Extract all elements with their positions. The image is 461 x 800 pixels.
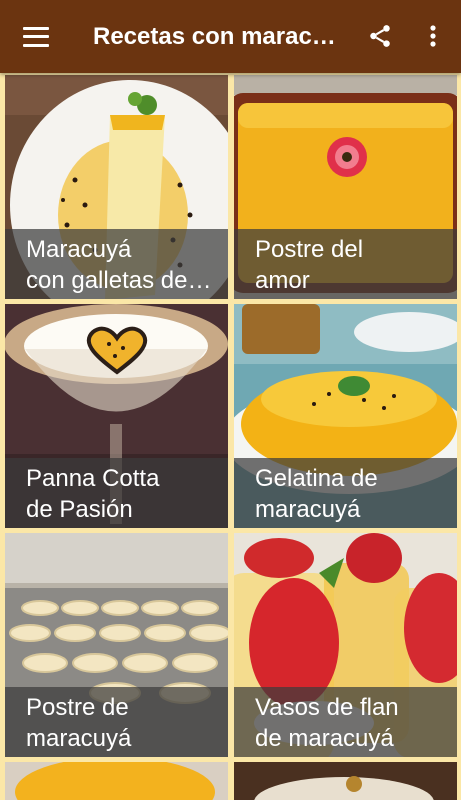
more-vert-icon <box>430 25 436 47</box>
recipe-card[interactable]: Maracuyá con galletas de soda <box>5 75 228 299</box>
recipe-card[interactable]: Vasos de flan de maracuyá <box>234 533 457 757</box>
recipe-card[interactable] <box>234 762 457 800</box>
recipe-card[interactable] <box>5 762 228 800</box>
recipe-grid: Maracuyá con galletas de soda Postre del… <box>0 73 461 800</box>
menu-icon <box>23 26 49 47</box>
menu-button[interactable] <box>0 0 72 73</box>
recipe-photo <box>234 762 457 800</box>
recipe-card[interactable]: Postre de maracuyá <box>5 533 228 757</box>
recipe-photo <box>5 762 228 800</box>
more-options-button[interactable] <box>417 18 449 54</box>
recipe-title: Gelatina de maracuyá <box>234 458 457 528</box>
app-bar: Recetas con maracuyá <box>0 0 461 73</box>
recipe-card[interactable]: Postre del amor <box>234 75 457 299</box>
page-title: Recetas con maracuyá <box>93 22 339 50</box>
recipe-title: Maracuyá con galletas de soda <box>5 229 228 299</box>
recipe-card[interactable]: Panna Cotta de Pasión <box>5 304 228 528</box>
recipe-title: Panna Cotta de Pasión <box>5 458 228 528</box>
share-button[interactable] <box>362 18 398 54</box>
recipe-title: Postre de maracuyá <box>5 687 228 757</box>
recipe-title: Vasos de flan de maracuyá <box>234 687 457 757</box>
recipe-title: Postre del amor <box>234 229 457 299</box>
recipe-card[interactable]: Gelatina de maracuyá <box>234 304 457 528</box>
share-icon <box>370 25 390 47</box>
